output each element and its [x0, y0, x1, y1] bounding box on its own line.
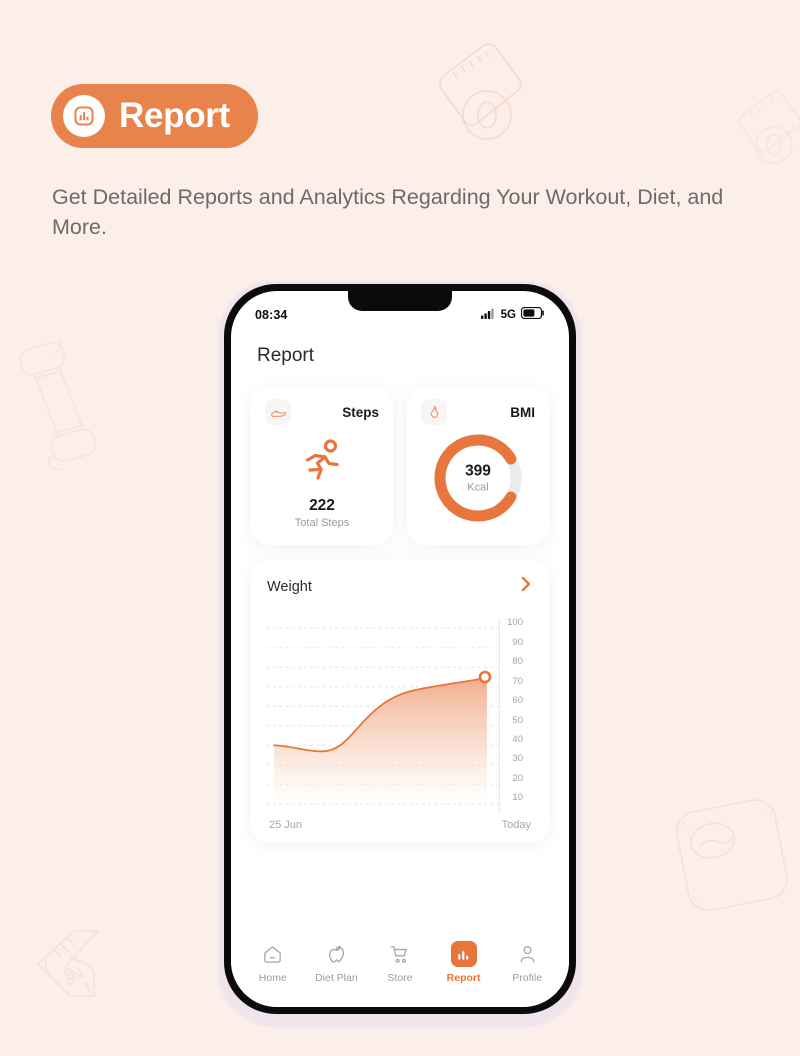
- badge-label: Report: [119, 96, 230, 135]
- page-subtitle: Get Detailed Reports and Analytics Regar…: [52, 185, 724, 239]
- phone-notch: [348, 291, 452, 311]
- tab-label: Diet Plan: [315, 972, 358, 984]
- cart-icon: [387, 941, 413, 967]
- y-tick: 100: [507, 617, 523, 629]
- y-tick: 30: [512, 753, 523, 765]
- chart-end-label: Today: [501, 819, 531, 831]
- bottom-navigation: Home Diet Plan Store Report Profile: [231, 931, 569, 1007]
- person-icon: [514, 941, 540, 967]
- steps-label: Total Steps: [294, 517, 350, 529]
- tab-store[interactable]: Store: [369, 941, 431, 984]
- weight-scale-decoration: [668, 795, 798, 917]
- battery-icon: [520, 306, 545, 324]
- steps-card[interactable]: Steps 222 Total Steps: [251, 387, 393, 545]
- y-tick: 70: [512, 675, 523, 687]
- chart-start-label: 25 Jun: [269, 819, 303, 831]
- sneaker-decoration: [22, 920, 137, 1025]
- apple-icon: [323, 941, 349, 967]
- page-title: Report: [257, 345, 315, 366]
- steps-card-title: Steps: [342, 404, 379, 420]
- stat-cards-row: Steps 222 Total Steps BMI 399 Kcal: [251, 387, 549, 545]
- sneaker-icon: [265, 399, 291, 425]
- y-tick: 40: [512, 733, 523, 745]
- weight-card-header: Weight: [267, 575, 533, 598]
- steps-value: 222: [309, 497, 335, 514]
- bmi-card-header: BMI: [421, 399, 535, 425]
- y-tick: 80: [512, 656, 523, 668]
- y-tick: 90: [512, 636, 523, 648]
- bar-chart-icon: [63, 95, 105, 137]
- y-tick: 20: [512, 772, 523, 784]
- chart-end-point: [479, 671, 492, 684]
- running-person-icon: [265, 425, 379, 497]
- measuring-tape-decoration-right: [736, 88, 800, 173]
- steps-card-header: Steps: [265, 399, 379, 425]
- tab-label: Profile: [512, 972, 543, 984]
- bmi-donut-center: 399 Kcal: [421, 463, 535, 494]
- chart-x-axis-labels: 25 Jun Today: [267, 817, 533, 831]
- home-icon: [260, 941, 286, 967]
- tab-report[interactable]: Report: [433, 941, 495, 984]
- status-indicators: 5G: [480, 306, 545, 324]
- status-time: 08:34: [255, 308, 288, 322]
- page-root: Report Get Detailed Reports and Analytic…: [0, 0, 800, 1056]
- measuring-tape-decoration-top: [425, 40, 555, 155]
- bmi-card[interactable]: BMI 399 Kcal: [407, 387, 549, 545]
- chevron-right-icon[interactable]: [519, 575, 533, 598]
- weight-chart: 100 90 80 70 60 50 40 30 20 10: [267, 612, 533, 817]
- tab-label: Report: [446, 972, 481, 984]
- bar-chart-icon: [450, 941, 477, 967]
- y-tick: 50: [512, 714, 523, 726]
- flame-icon: [421, 399, 447, 425]
- bmi-unit: Kcal: [467, 481, 489, 494]
- tab-label: Home: [258, 972, 287, 984]
- chart-y-axis-labels: 100 90 80 70 60 50 40 30 20 10: [499, 612, 533, 817]
- network-type-label: 5G: [500, 309, 516, 321]
- bmi-card-title: BMI: [510, 404, 535, 420]
- phone-frame: 08:34 5G Report Steps 222 Total Steps BM…: [224, 284, 576, 1014]
- tab-label: Store: [387, 972, 413, 984]
- dumbbell-decoration: [0, 340, 110, 475]
- report-badge: Report: [51, 84, 258, 148]
- signal-bars-icon: [480, 306, 496, 324]
- phone-screen: 08:34 5G Report Steps 222 Total Steps BM…: [231, 291, 569, 1007]
- app-content: Report Steps 222 Total Steps BMI 399 Kca…: [231, 331, 569, 1007]
- tab-profile[interactable]: Profile: [496, 941, 558, 984]
- tab-home[interactable]: Home: [242, 941, 304, 984]
- weight-card-title: Weight: [267, 578, 312, 595]
- bmi-donut: 399 Kcal: [421, 427, 535, 529]
- weight-card[interactable]: Weight 100 90 80 70 60 50 40 30 20 10 25…: [251, 559, 549, 843]
- bmi-value: 399: [465, 462, 491, 480]
- y-tick: 60: [512, 695, 523, 707]
- tab-diet-plan[interactable]: Diet Plan: [305, 941, 367, 984]
- y-tick: 10: [512, 792, 523, 804]
